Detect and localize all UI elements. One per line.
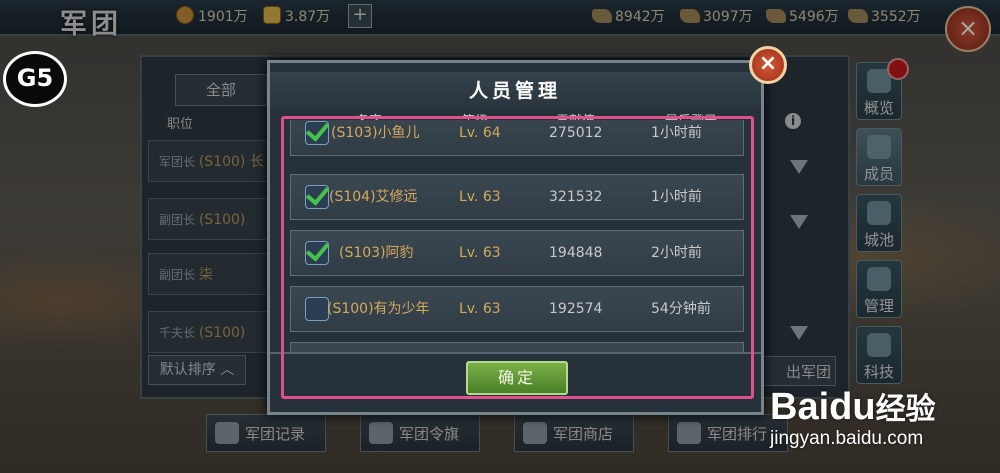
dialog-close-button[interactable]: × [749,46,787,84]
baidu-watermark: Baidu经验 [770,386,936,428]
site-logo: G5 [3,51,67,107]
watermark-url: jingyan.baidu.com [770,428,924,449]
dialog-title: 人员管理 [468,80,561,102]
annotation-highlight-frame [281,116,754,399]
